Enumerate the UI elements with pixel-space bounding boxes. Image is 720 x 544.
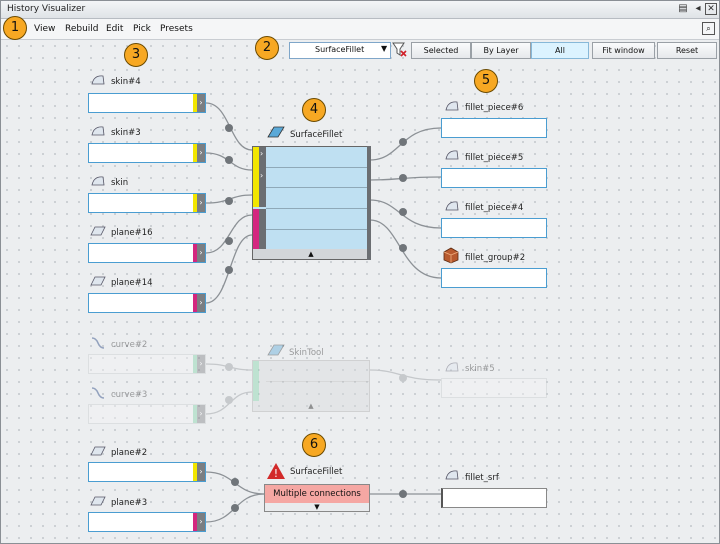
input-slot[interactable]: › — [88, 193, 206, 213]
input-slot[interactable]: › — [88, 293, 206, 313]
plane-icon — [90, 496, 106, 506]
chevron-right-icon: › — [260, 171, 264, 180]
input-slot[interactable]: › — [88, 512, 206, 532]
chevron-right-icon[interactable]: › — [197, 194, 205, 212]
node-label: skin#5 — [465, 364, 495, 374]
node-label: fillet_group#2 — [465, 253, 526, 263]
node-label: skin — [111, 178, 129, 188]
node-label: fillet_piece#6 — [465, 103, 524, 113]
surfacefillet-error-node[interactable]: Multiple connections ▼ — [264, 484, 370, 512]
callout-1: 1 — [3, 16, 27, 40]
node-label: curve#2 — [111, 340, 148, 350]
node-label: curve#3 — [111, 390, 148, 400]
node-label: skin#4 — [111, 77, 141, 87]
node-label: skin#3 — [111, 128, 141, 138]
input-slot[interactable]: › — [88, 93, 206, 113]
callout-3: 3 — [124, 43, 148, 67]
warning-icon: ! — [267, 463, 285, 480]
node-title: SurfaceFillet — [290, 130, 343, 140]
chevron-right-icon: › — [260, 149, 264, 158]
plane-icon — [90, 446, 106, 456]
callout-2: 2 — [255, 36, 279, 60]
chevron-right-icon[interactable]: › — [197, 513, 205, 531]
surface-icon — [445, 201, 459, 211]
surface-icon — [91, 176, 105, 186]
output-slot[interactable] — [441, 168, 547, 188]
surface-icon — [445, 362, 459, 372]
group-box-icon — [443, 247, 459, 264]
node-status: Multiple connections — [265, 485, 369, 503]
curve-icon — [91, 387, 105, 399]
output-slot[interactable] — [441, 378, 547, 398]
surface-icon — [91, 75, 105, 85]
svg-text:!: ! — [274, 467, 278, 480]
skin-tool-icon — [267, 344, 285, 356]
fillet-tool-icon — [267, 126, 285, 138]
input-slot[interactable]: › — [88, 404, 206, 424]
expand-up-icon[interactable]: ▲ — [253, 401, 369, 411]
input-slot[interactable]: › — [88, 243, 206, 263]
chevron-right-icon[interactable]: › — [197, 244, 205, 262]
skintool-node[interactable]: ▲ — [252, 360, 370, 412]
output-slot[interactable] — [441, 268, 547, 288]
callout-4: 4 — [302, 98, 326, 122]
node-label: fillet_srf — [465, 473, 499, 483]
surface-icon — [91, 126, 105, 136]
chevron-right-icon[interactable]: › — [197, 94, 205, 112]
curve-icon — [91, 337, 105, 349]
output-slot[interactable] — [441, 488, 547, 508]
input-slot[interactable]: › — [88, 354, 206, 374]
node-label: fillet_piece#4 — [465, 203, 524, 213]
chevron-right-icon[interactable]: › — [197, 355, 205, 373]
output-slot[interactable] — [441, 218, 547, 238]
surface-icon — [445, 101, 459, 111]
node-label: fillet_piece#5 — [465, 153, 524, 163]
chevron-right-icon[interactable]: › — [197, 144, 205, 162]
node-label: plane#14 — [111, 278, 153, 288]
chevron-right-icon[interactable]: › — [197, 405, 205, 423]
surface-icon — [445, 470, 459, 480]
node-label: plane#3 — [111, 498, 148, 508]
node-title: SurfaceFillet — [290, 467, 343, 477]
output-port-strip — [367, 146, 371, 260]
callout-6: 6 — [302, 433, 326, 457]
chevron-right-icon[interactable]: › — [197, 294, 205, 312]
input-slot[interactable]: › — [88, 462, 206, 482]
surfacefillet-node[interactable]: ▲ › › — [252, 146, 370, 260]
node-title: SkinTool — [289, 348, 324, 358]
surface-icon — [445, 150, 459, 160]
expand-down-icon[interactable]: ▼ — [265, 503, 369, 511]
callout-5: 5 — [474, 69, 498, 93]
plane-icon — [90, 276, 106, 286]
node-label: plane#16 — [111, 228, 153, 238]
input-slot[interactable]: › — [88, 143, 206, 163]
plane-icon — [90, 226, 106, 236]
node-label: plane#2 — [111, 448, 148, 458]
output-slot[interactable] — [441, 118, 547, 138]
expand-up-icon[interactable]: ▲ — [253, 249, 369, 259]
chevron-right-icon[interactable]: › — [197, 463, 205, 481]
